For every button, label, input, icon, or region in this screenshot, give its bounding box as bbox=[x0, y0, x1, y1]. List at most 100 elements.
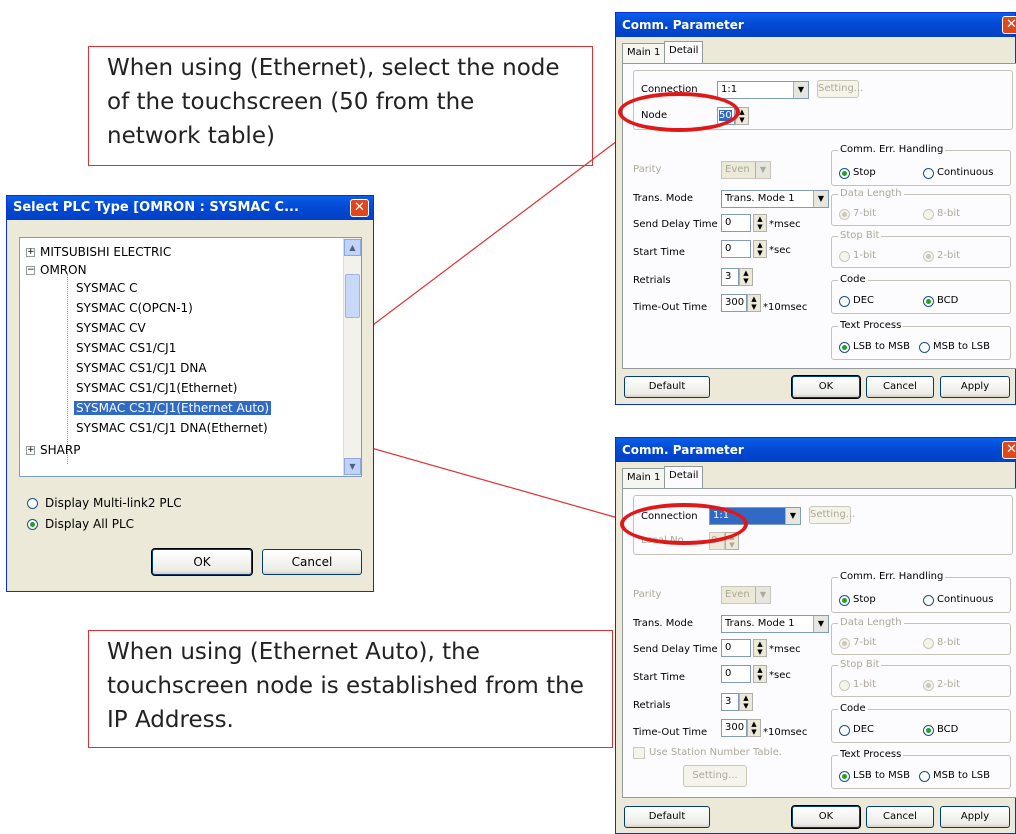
chevron-down-icon[interactable]: ▼ bbox=[755, 587, 770, 603]
radio-stop[interactable] bbox=[839, 168, 850, 179]
start-time-spinner[interactable]: ▲ ▼ bbox=[753, 665, 767, 683]
radio-continuous[interactable] bbox=[923, 168, 934, 179]
use-station-checkbox[interactable] bbox=[633, 747, 645, 759]
send-delay-input[interactable]: 0 bbox=[721, 639, 751, 657]
radio-msb-label: MSB to LSB bbox=[933, 341, 991, 352]
setting-button[interactable]: Setting... bbox=[817, 80, 863, 98]
radio-1bit[interactable] bbox=[839, 251, 850, 262]
send-delay-input[interactable]: 0 bbox=[721, 214, 751, 232]
default-button[interactable]: Default bbox=[624, 376, 710, 398]
scroll-up-icon[interactable]: ▲ bbox=[344, 239, 361, 256]
cancel-button[interactable]: Cancel bbox=[262, 549, 362, 575]
timeout-input[interactable]: 300 bbox=[721, 719, 747, 737]
tab-detail[interactable]: Detail bbox=[664, 466, 704, 488]
close-icon[interactable]: ✕ bbox=[1002, 441, 1016, 459]
radio-2bit[interactable] bbox=[923, 251, 934, 262]
timeout-spinner[interactable]: ▲ ▼ bbox=[747, 719, 761, 737]
timeout-input[interactable]: 300 bbox=[721, 294, 747, 312]
setting-button[interactable]: Setting... bbox=[809, 506, 855, 524]
expand-icon[interactable]: + bbox=[26, 248, 35, 257]
comm1-titlebar[interactable]: Comm. Parameter bbox=[616, 13, 1015, 37]
trans-mode-select[interactable]: Trans. Mode 1 ▼ bbox=[721, 190, 829, 208]
tree-item[interactable]: SYSMAC C(OPCN-1) bbox=[76, 298, 193, 318]
radio-8bit[interactable] bbox=[923, 209, 934, 220]
ok-button[interactable]: OK bbox=[791, 375, 861, 399]
cancel-button[interactable]: Cancel bbox=[866, 376, 934, 398]
retrials-spinner[interactable]: ▲ ▼ bbox=[739, 268, 753, 286]
select-plc-titlebar[interactable]: Select PLC Type [OMRON : SYSMAC C... bbox=[7, 196, 373, 220]
send-delay-spinner[interactable]: ▲ ▼ bbox=[753, 639, 767, 657]
station-setting-button[interactable]: Setting... bbox=[683, 765, 747, 787]
comm2-titlebar[interactable]: Comm. Parameter bbox=[616, 438, 1015, 462]
trans-mode-select[interactable]: Trans. Mode 1 ▼ bbox=[721, 615, 829, 633]
cancel-button[interactable]: Cancel bbox=[866, 806, 934, 828]
send-delay-unit: *msec bbox=[769, 219, 801, 230]
apply-button[interactable]: Apply bbox=[940, 376, 1010, 398]
tree-item[interactable]: SYSMAC C bbox=[76, 278, 138, 298]
radio-2bit[interactable] bbox=[923, 680, 934, 691]
retrials-input[interactable]: 3 bbox=[721, 693, 739, 711]
radio-2bit-label: 2-bit bbox=[937, 679, 961, 690]
tab-main[interactable]: Main 1 bbox=[622, 468, 666, 488]
parity-select[interactable]: Even ▼ bbox=[721, 586, 771, 604]
chevron-down-icon[interactable]: ▼ bbox=[785, 508, 800, 524]
close-icon[interactable]: ✕ bbox=[350, 199, 369, 217]
tree-item-label: OMRON bbox=[40, 263, 87, 277]
radio-7bit[interactable] bbox=[839, 638, 850, 649]
radio-dec[interactable] bbox=[839, 725, 850, 736]
connection-select[interactable]: 1:1 ▼ bbox=[717, 81, 809, 99]
start-time-input[interactable]: 0 bbox=[721, 240, 751, 258]
tab-main[interactable]: Main 1 bbox=[622, 43, 666, 63]
tree-item-label: SYSMAC CS1/CJ1 DNA(Ethernet) bbox=[76, 421, 268, 435]
radio-1bit[interactable] bbox=[839, 680, 850, 691]
tree-item[interactable]: SYSMAC CS1/CJ1 DNA bbox=[76, 358, 207, 378]
apply-button[interactable]: Apply bbox=[940, 806, 1010, 828]
send-delay-spinner[interactable]: ▲ ▼ bbox=[753, 214, 767, 232]
radio-bcd[interactable] bbox=[923, 296, 934, 307]
radio-8bit-label: 8-bit bbox=[937, 637, 961, 648]
timeout-spinner[interactable]: ▲ ▼ bbox=[747, 294, 761, 312]
plc-tree[interactable]: + MITSUBISHI ELECTRIC − OMRON SYSMAC C SYS… bbox=[19, 237, 362, 477]
chevron-down-icon[interactable]: ▼ bbox=[793, 82, 808, 98]
chevron-down-icon[interactable]: ▼ bbox=[813, 616, 828, 632]
radio-dec-label: DEC bbox=[853, 724, 875, 735]
expand-icon[interactable]: + bbox=[26, 446, 35, 455]
scroll-thumb[interactable] bbox=[345, 274, 360, 318]
radio-multilink[interactable] bbox=[27, 498, 38, 509]
retrials-spinner[interactable]: ▲ ▼ bbox=[739, 693, 753, 711]
radio-msb-to-lsb[interactable] bbox=[919, 342, 930, 353]
radio-dec[interactable] bbox=[839, 296, 850, 307]
radio-continuous[interactable] bbox=[923, 595, 934, 606]
default-button[interactable]: Default bbox=[624, 806, 710, 828]
radio-multilink-label: Display Multi-link2 PLC bbox=[45, 496, 182, 510]
tree-item[interactable]: SYSMAC CV bbox=[76, 318, 146, 338]
retrials-input[interactable]: 3 bbox=[721, 268, 739, 286]
tab-detail[interactable]: Detail bbox=[664, 41, 704, 63]
tree-item-label: SHARP bbox=[40, 443, 81, 457]
chevron-down-icon[interactable]: ▼ bbox=[813, 191, 828, 207]
collapse-icon[interactable]: − bbox=[26, 266, 35, 275]
tree-item-selected[interactable]: SYSMAC CS1/CJ1(Ethernet Auto) bbox=[72, 398, 273, 418]
radio-bcd[interactable] bbox=[923, 725, 934, 736]
start-time-input[interactable]: 0 bbox=[721, 665, 751, 683]
radio-msb-to-lsb[interactable] bbox=[919, 771, 930, 782]
radio-stop[interactable] bbox=[839, 595, 850, 606]
radio-lsb-to-msb[interactable] bbox=[839, 771, 850, 782]
tree-item[interactable]: SYSMAC CS1/CJ1(Ethernet) bbox=[76, 378, 237, 398]
comm2-title: Comm. Parameter bbox=[622, 443, 744, 457]
parity-select[interactable]: Even ▼ bbox=[721, 161, 771, 179]
chevron-down-icon[interactable]: ▼ bbox=[755, 162, 770, 178]
highlight-ellipse-node bbox=[618, 92, 740, 132]
radio-8bit[interactable] bbox=[923, 638, 934, 649]
close-icon[interactable]: ✕ bbox=[1002, 16, 1016, 34]
radio-7bit[interactable] bbox=[839, 209, 850, 220]
ok-button[interactable]: OK bbox=[151, 548, 253, 576]
radio-display-all[interactable] bbox=[27, 519, 38, 530]
start-time-spinner[interactable]: ▲ ▼ bbox=[753, 240, 767, 258]
tree-item[interactable]: SYSMAC CS1/CJ1 DNA(Ethernet) bbox=[76, 418, 268, 438]
scroll-down-icon[interactable]: ▼ bbox=[344, 458, 361, 475]
tree-scrollbar[interactable]: ▲ ▼ bbox=[343, 238, 361, 476]
tree-item[interactable]: SYSMAC CS1/CJ1 bbox=[76, 338, 176, 358]
ok-button[interactable]: OK bbox=[791, 805, 861, 829]
radio-lsb-to-msb[interactable] bbox=[839, 342, 850, 353]
